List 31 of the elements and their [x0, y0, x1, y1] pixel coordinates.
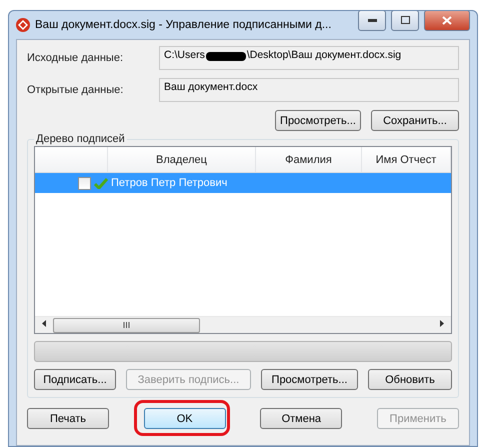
redaction-mark [206, 52, 246, 61]
column-heading[interactable]: Фамилия [285, 154, 332, 166]
owner-name: Петров Петр Петрович [111, 177, 228, 189]
dialog-button[interactable]: Подписать... [34, 369, 116, 390]
dialog-button[interactable]: Отмена [260, 408, 342, 429]
app-logo-icon [16, 18, 30, 32]
left-arrow-icon[interactable] [40, 319, 49, 328]
field-label: Открытые данные: [27, 83, 124, 96]
close-button[interactable] [424, 11, 470, 30]
close-icon [442, 16, 452, 24]
group-title: Дерево подписей [35, 133, 126, 145]
read-only-field[interactable]: C:\Users \Desktop\Ваш документ.docx.sig [159, 46, 459, 70]
dialog-button[interactable]: Печать [27, 408, 109, 429]
maximize-icon [400, 16, 410, 24]
minimize-icon [368, 18, 376, 22]
dialog-button[interactable]: Сохранить... [371, 110, 459, 131]
column-heading[interactable]: Имя Отчест [376, 154, 436, 166]
dialog-button[interactable]: Просмотреть... [275, 110, 361, 131]
minimize-button[interactable] [358, 11, 386, 30]
dialog-button[interactable]: Просмотреть... [261, 369, 358, 390]
read-only-field[interactable]: Ваш документ.docx [159, 78, 459, 102]
checkbox[interactable] [78, 176, 91, 190]
dialog-button[interactable]: Обновить [368, 369, 452, 390]
maximize-button[interactable] [391, 11, 419, 30]
window-title: Ваш документ.docx.sig - Управление подписанными д... [35, 19, 332, 31]
field-label: Исходные данные: [27, 51, 124, 64]
column-heading[interactable]: Владелец [156, 154, 207, 166]
right-arrow-icon[interactable] [437, 319, 446, 328]
horizontal-scrollbar[interactable] [35, 316, 451, 333]
dialog-button[interactable]: OK [144, 408, 226, 429]
grip-icon [123, 322, 130, 328]
